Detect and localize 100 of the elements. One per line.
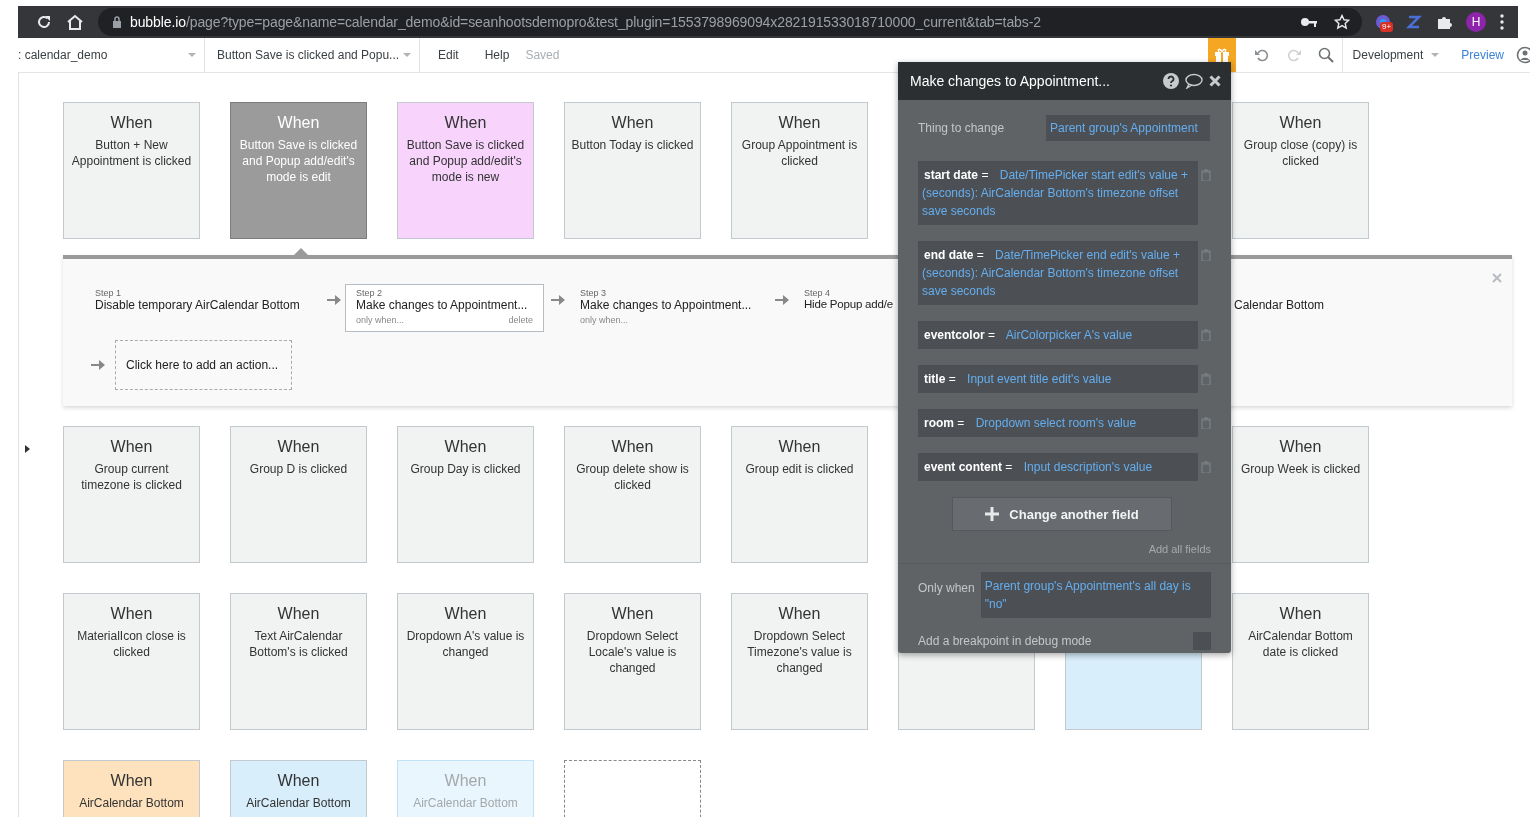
when-label: When [276, 772, 321, 790]
star-icon[interactable] [1334, 14, 1350, 30]
home-icon[interactable] [66, 14, 84, 30]
save-status: Saved [525, 48, 560, 62]
arrow-icon [327, 294, 341, 306]
page-name: : calendar_demo [18, 48, 108, 62]
when-label: When [777, 605, 822, 623]
event-card[interactable]: When Dropdown Select Locale's value is changed [564, 593, 701, 730]
notification-badge: 9+ [1380, 22, 1394, 32]
arrow-icon [775, 294, 789, 306]
address-bar[interactable]: bubble.io/page?type=page&name=calendar_demo&id=seanhootsdemopro&test_plugin=1553798969094x282191533018710000_current&tab=tabs-2 [98, 8, 1362, 36]
field-assignment[interactable]: end date = Date/TimePicker end edit's value + (seconds): AirCalendar Bottom's timezone offset save seconds [918, 241, 1198, 305]
gift-icon [1213, 47, 1230, 63]
event-dropdown[interactable]: Button Save is clicked and Popu... [205, 38, 420, 72]
field-label: Thing to change [918, 121, 1005, 135]
condition-field[interactable]: Parent group's Appointment's all day is "no" [980, 572, 1211, 618]
event-card[interactable]: When Group D is clicked [230, 426, 367, 563]
event-name: Button Save is clicked and Popu... [217, 48, 400, 62]
preview-link[interactable]: Preview [1461, 48, 1504, 62]
add-action-button[interactable]: Click here to add an action... [115, 340, 292, 390]
plus-icon [985, 507, 1000, 521]
account-icon[interactable] [1516, 46, 1530, 64]
event-description: Button Save is clicked and Popup add/edit's mode is edit [238, 137, 359, 185]
action-step[interactable]: Step 2 Make changes to Appointment... only when... delete [345, 284, 544, 332]
event-description: Group close (copy) is clicked [1242, 137, 1359, 169]
lock-icon [112, 16, 122, 28]
menu-item[interactable]: Help [484, 48, 510, 62]
event-description: Group current timezone is clicked [80, 461, 183, 493]
event-description: AirCalendar Bottom [245, 795, 352, 811]
thing-field[interactable]: Parent group's Appointment [1046, 115, 1210, 141]
search-icon[interactable] [1317, 47, 1334, 63]
field-assignment[interactable]: title = Input event title edit's value [918, 365, 1198, 393]
profile-avatar[interactable]: H [1466, 12, 1486, 32]
help-icon[interactable] [1163, 73, 1179, 89]
when-label: When [443, 605, 488, 623]
arrow-icon [551, 294, 565, 306]
event-card[interactable]: When Group Week is clicked [1232, 426, 1369, 563]
field-assignment[interactable]: eventcolor = AirColorpicker A's value [918, 321, 1198, 349]
event-card[interactable]: When Dropdown A's value is changed [397, 593, 534, 730]
undo-icon[interactable] [1253, 47, 1270, 63]
reload-icon[interactable] [36, 14, 52, 30]
field-assignment[interactable]: room = Dropdown select room's value [918, 409, 1198, 437]
event-card[interactable]: When Text AirCalendar Bottom's is clicked [230, 593, 367, 730]
event-card[interactable]: When Group edit is clicked [731, 426, 868, 563]
event-card[interactable]: When Button Save is clicked and Popup add/edit's mode is new [397, 102, 534, 239]
when-label: When [1278, 438, 1323, 456]
url-text: bubble.io/page?type=page&name=calendar_demo&id=seanhootsdemopro&test_plugin=1553798969094x282191533018710000_current&tab=tabs-2 [130, 14, 1042, 30]
menu-item[interactable]: Edit [438, 48, 459, 62]
when-label: When [443, 114, 488, 132]
mode-dropdown[interactable]: Development [1341, 38, 1450, 72]
puzzle-icon[interactable] [1436, 14, 1452, 30]
event-card[interactable]: When Group current timezone is clicked [63, 426, 200, 563]
when-label: When [276, 114, 321, 132]
field-label: Only when [918, 581, 975, 595]
action-step[interactable]: Step 4 Hide Popup add/e [793, 284, 899, 315]
close-icon[interactable] [1209, 75, 1221, 87]
field-assignment[interactable]: event content = Input description's value [918, 453, 1198, 481]
event-card[interactable]: When AirCalendar Bottom date is clicked [1232, 593, 1369, 730]
when-label: When [443, 772, 488, 790]
event-card[interactable]: When Dropdown Select Timezone's value is changed [731, 593, 868, 730]
step-label: Step 1 [95, 288, 123, 298]
event-description: Group Appointment is clicked [740, 137, 859, 169]
event-card[interactable]: When Group Day is clicked [397, 426, 534, 563]
event-card[interactable]: When Group Appointment is clicked [731, 102, 868, 239]
condition-label: only when... [580, 315, 629, 325]
event-card[interactable]: When Button Today is clicked [564, 102, 701, 239]
key-icon[interactable] [1300, 16, 1318, 28]
condition-label: only when... [356, 315, 405, 325]
event-card[interactable]: When Group close (copy) is clicked [1232, 102, 1369, 239]
event-description: MaterialIcon close is clicked [76, 628, 187, 660]
event-description: AirCalendar Bottom date is clicked [1247, 628, 1354, 660]
caret-icon [403, 53, 411, 57]
step-title: Make changes to Appointment... [580, 298, 753, 312]
event-card[interactable]: When AirCalendar Bottom [63, 760, 200, 817]
event-card[interactable]: When Button + New Appointment is clicked [63, 102, 200, 239]
field-label: Add a breakpoint in debug mode [918, 634, 1092, 648]
action-step[interactable]: Step 1 Disable temporary AirCalendar Bottom [94, 284, 320, 317]
event-description: Text AirCalendar Bottom's is clicked [248, 628, 349, 660]
arrow-icon [91, 359, 105, 371]
action-step[interactable]: Step 3 Make changes to Appointment... only when... [569, 284, 768, 330]
event-description: Group delete show is clicked [575, 461, 690, 493]
comment-icon[interactable] [1185, 73, 1203, 89]
event-card[interactable]: When Group delete show is clicked [564, 426, 701, 563]
event-description: Button + New Appointment is clicked [70, 137, 193, 169]
event-card[interactable]: When MaterialIcon close is clicked [63, 593, 200, 730]
step-label: Step 3 [580, 288, 608, 298]
when-label: When [109, 605, 154, 623]
event-description: Button Today is clicked [570, 137, 695, 153]
menu-icon[interactable] [1500, 14, 1504, 30]
delete-link[interactable]: delete [508, 315, 533, 325]
when-label: When [109, 438, 154, 456]
page-dropdown[interactable]: : calendar_demo [18, 38, 205, 72]
event-description: Group edit is clicked [744, 461, 855, 477]
when-label: When [610, 438, 655, 456]
when-label: When [109, 772, 154, 790]
triangle-icon [25, 445, 30, 453]
change-field-button[interactable]: Change another field [952, 497, 1172, 531]
step-title: Disable temporary AirCalendar Bottom [95, 298, 301, 312]
event-card[interactable]: When AirCalendar Bottom [230, 760, 367, 817]
field-assignment[interactable]: start date = Date/TimePicker start edit's value + (seconds): AirCalendar Bottom's timezone offset save seconds [918, 161, 1198, 225]
